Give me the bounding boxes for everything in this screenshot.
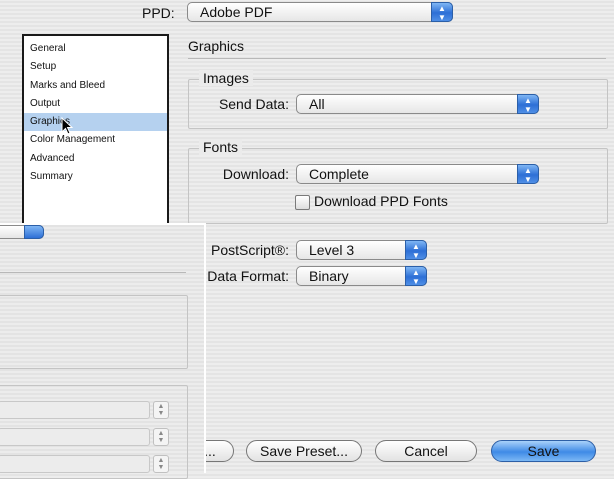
images-group-label: Images [199,70,253,86]
sidebar-item-setup[interactable]: Setup [24,58,167,76]
download-value: Complete [309,166,369,182]
sidebar-item-general[interactable]: General [24,40,167,58]
send-data-value: All [309,96,325,112]
mouse-pointer-icon [61,117,74,135]
panel-list[interactable]: General Setup Marks and Bleed Output Gra… [22,34,169,234]
data-format-value: Binary [309,268,349,284]
ppd-label: PPD: [142,5,175,21]
popup-arrows-icon: ▲ ▼ [405,240,427,260]
save-button[interactable]: Save [491,440,596,462]
stepper-arrows-icon[interactable]: ▲ ▼ [153,428,169,446]
sidebar-item-color-management[interactable]: Color Management [24,131,167,149]
popup-arrows-icon: ▲ ▼ [517,94,539,114]
download-ppd-fonts-checkbox[interactable] [295,195,310,210]
postscript-value: Level 3 [309,242,355,258]
sidebar-item-graphics[interactable]: Graphics [24,113,167,132]
download-popup[interactable]: Complete ▲ ▼ [296,164,539,184]
send-data-label: Send Data: [218,96,289,112]
ppd-popup[interactable]: Adobe PDF ▲ ▼ [187,2,453,22]
overlay-divider [0,272,186,273]
save-preset-label: Save Preset... [260,443,348,459]
popup-arrows-icon: ▲ ▼ [431,2,453,22]
postscript-popup[interactable]: Level 3 ▲ ▼ [296,240,427,260]
save-preset-button[interactable]: Save Preset... [246,440,362,462]
stepper-arrows-icon[interactable]: ▲ ▼ [153,401,169,419]
cancel-button[interactable]: Cancel [375,440,477,462]
overlay-field-3[interactable] [0,455,150,473]
ppd-value: Adobe PDF [200,4,273,20]
popup-arrows-icon: ▲ ▼ [405,266,427,286]
sidebar-item-marks-and-bleed[interactable]: Marks and Bleed [24,77,167,95]
save-label: Save [527,443,560,459]
title-divider [188,58,606,59]
data-format-popup[interactable]: Binary ▲ ▼ [296,266,427,286]
sidebar-item-summary[interactable]: Summary [24,168,167,186]
overlay-window-fragment: ▲ ▼ ▲ ▼ ▲ ▼ [0,223,206,479]
stepper-arrows-icon[interactable]: ▲ ▼ [153,455,169,473]
overlay-group-1 [0,295,188,369]
sidebar-item-output[interactable]: Output [24,95,167,113]
sidebar-item-advanced[interactable]: Advanced [24,150,167,168]
overlay-field-1[interactable] [0,401,150,419]
download-ppd-fonts-label: Download PPD Fonts [314,193,448,209]
section-title: Graphics [188,38,245,54]
download-label: Download: [222,166,289,182]
send-data-popup[interactable]: All ▲ ▼ [296,94,539,114]
fonts-group [188,148,608,224]
overlay-popup[interactable] [0,225,44,239]
overlay-field-2[interactable] [0,428,150,446]
fonts-group-label: Fonts [199,139,243,155]
popup-arrows-icon: ▲ ▼ [517,164,539,184]
popup-arrows-icon [24,225,44,239]
cancel-label: Cancel [404,443,448,459]
